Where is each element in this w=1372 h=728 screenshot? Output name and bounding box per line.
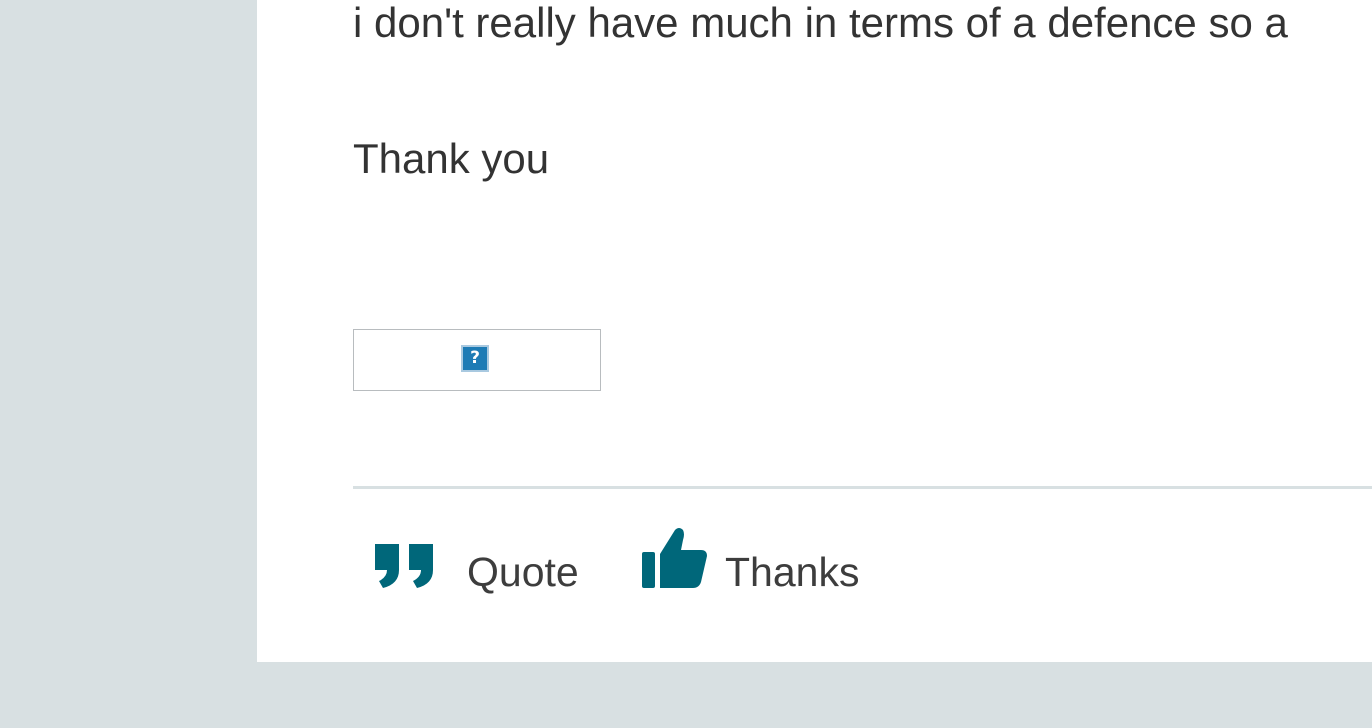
post-body: i don't really have much in terms of a d… xyxy=(257,0,1372,662)
quote-icon xyxy=(373,544,435,593)
post-text-line: i don't really have much in terms of a d… xyxy=(353,0,1288,46)
post-footer-divider xyxy=(353,486,1372,489)
post-author-sidebar xyxy=(0,0,257,662)
post-text-line: Thank you xyxy=(353,135,550,182)
page-footer-band xyxy=(0,668,1372,728)
broken-image-placeholder[interactable]: ? xyxy=(353,329,601,391)
thumbs-up-icon xyxy=(641,526,709,595)
post-actions: Quote Thanks xyxy=(353,520,1353,600)
forum-page: i don't really have much in terms of a d… xyxy=(0,0,1372,728)
quote-button-label: Quote xyxy=(467,549,579,595)
thanks-button-label: Thanks xyxy=(725,549,860,595)
quote-button[interactable]: Quote xyxy=(353,520,593,600)
broken-image-icon: ? xyxy=(461,345,489,372)
thanks-button[interactable]: Thanks xyxy=(641,520,871,600)
